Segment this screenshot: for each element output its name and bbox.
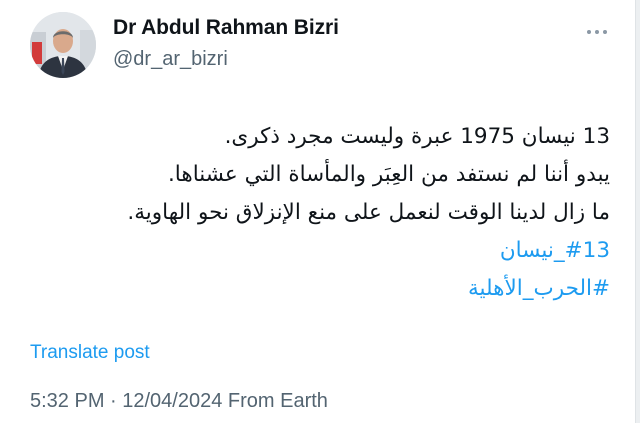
window-edge (635, 0, 640, 423)
hashtag-link[interactable]: #الحرب_الأهلية (468, 276, 610, 301)
more-horizontal-icon-dot (603, 30, 607, 34)
tweet-line: يبدو أننا لم نستفد من العِبَر والمأساة ا… (167, 162, 610, 187)
more-options-button[interactable] (580, 20, 614, 44)
author-name[interactable]: Dr Abdul Rahman Bizri (113, 16, 339, 40)
tweet-line: ما زال لدينا الوقت لنعمل على منع الإنزلا… (127, 200, 610, 225)
tweet-text: 13 نيسان 1975 عبرة وليست مجرد ذكرى. يبدو… (50, 118, 610, 308)
more-horizontal-icon-dot (595, 30, 599, 34)
hashtag-link[interactable]: #13_نيسان (500, 238, 610, 263)
post-timestamp: 5:32 PM · 12/04/2024 From Earth (30, 390, 328, 412)
author-handle[interactable]: @dr_ar_bizri (113, 48, 228, 71)
avatar[interactable] (30, 12, 96, 78)
avatar-photo-icon (30, 12, 96, 78)
tweet-line: 13 نيسان 1975 عبرة وليست مجرد ذكرى. (224, 124, 610, 149)
more-horizontal-icon (587, 30, 591, 34)
translate-post-link[interactable]: Translate post (30, 342, 150, 364)
